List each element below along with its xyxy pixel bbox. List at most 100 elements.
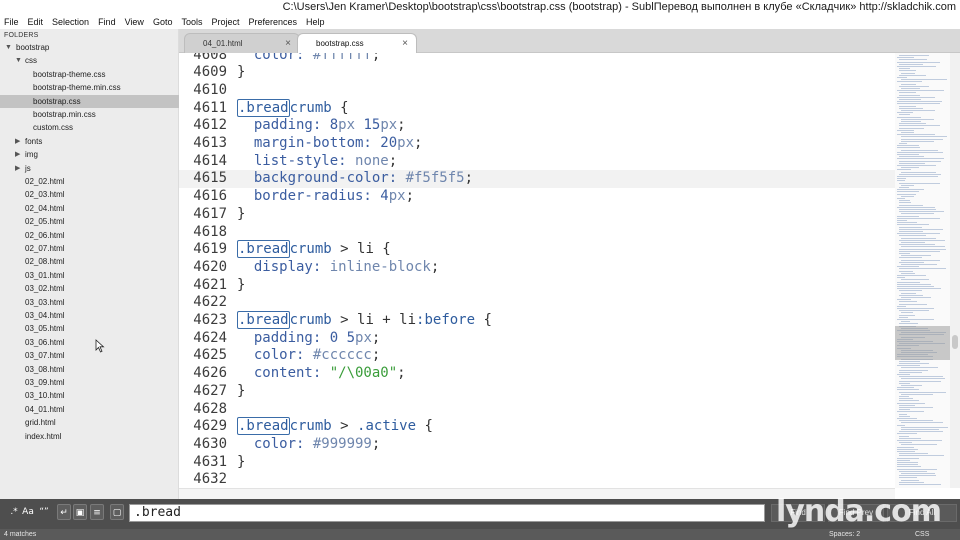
file-item[interactable]: 03_07.html [0, 349, 179, 362]
tab-04-01-html[interactable]: 04_01.html × [184, 33, 300, 53]
file-item[interactable]: 03_09.html [0, 376, 179, 389]
code-line[interactable]: } [237, 64, 245, 82]
file-item[interactable]: bootstrap.min.css [0, 108, 179, 121]
file-item[interactable]: 02_08.html [0, 255, 179, 268]
chevron-down-icon[interactable]: ▼ [5, 41, 12, 54]
minimap-line [899, 59, 927, 61]
code-line[interactable]: padding: 0 5px; [237, 330, 380, 348]
show-context-icon[interactable]: ▢ [110, 504, 124, 520]
find-input[interactable]: .bread [129, 504, 765, 522]
file-item[interactable]: 03_02.html [0, 282, 179, 295]
code-line[interactable]: content: "/\00a0"; [237, 365, 406, 383]
code-line[interactable]: } [237, 383, 245, 401]
code-line[interactable]: display: inline-block; [237, 259, 439, 277]
file-item[interactable]: 02_06.html [0, 229, 179, 242]
menu-goto[interactable]: Goto [149, 15, 178, 29]
code-line[interactable]: margin-bottom: 20px; [237, 135, 423, 153]
file-item[interactable]: 02_02.html [0, 175, 179, 188]
token-prop: list-style: [237, 152, 356, 169]
code-editor[interactable]: 4608 4609 4610 4611 4612 4613 4614 4615 4616 4617… [179, 53, 895, 488]
minimap-line [897, 374, 910, 375]
chevron-right-icon[interactable]: ▶ [15, 135, 20, 148]
chevron-down-icon[interactable]: ▼ [15, 54, 22, 67]
file-item[interactable]: 02_04.html [0, 202, 179, 215]
file-item[interactable]: 03_10.html [0, 389, 179, 402]
folder-item[interactable]: ▼ css [0, 54, 179, 67]
file-item[interactable]: grid.html [0, 416, 179, 429]
minimap-line [899, 94, 920, 96]
file-item[interactable]: 03_04.html [0, 309, 179, 322]
minimap[interactable] [895, 53, 950, 488]
code-line[interactable]: .breadcrumb { [237, 98, 349, 118]
token-plain: ; [388, 152, 398, 169]
code-line[interactable]: color: #999999; [237, 436, 380, 454]
menu-selection[interactable]: Selection [48, 15, 94, 29]
code-line[interactable]: } [237, 277, 245, 295]
menu-find[interactable]: Find [94, 15, 121, 29]
file-item[interactable]: bootstrap-theme.min.css [0, 81, 179, 94]
tree-item-label: 02_06.html [25, 230, 65, 240]
scrollbar-thumb[interactable] [952, 335, 958, 349]
menu-view[interactable]: View [121, 15, 149, 29]
code-line[interactable]: .breadcrumb > li { [237, 240, 391, 259]
vertical-scrollbar[interactable] [950, 53, 960, 488]
minimap-line [899, 360, 920, 362]
file-item[interactable]: 03_05.html [0, 322, 179, 335]
file-item[interactable]: 03_06.html [0, 336, 179, 349]
code-line[interactable]: } [237, 206, 245, 224]
menu-tools[interactable]: Tools [177, 15, 207, 29]
file-item[interactable]: 02_05.html [0, 215, 179, 228]
file-item[interactable]: 02_07.html [0, 242, 179, 255]
tab-bootstrap-css[interactable]: bootstrap.css × [297, 33, 417, 53]
code-line[interactable]: list-style: none; [237, 153, 397, 171]
code-line[interactable]: } [237, 454, 245, 472]
code-line[interactable]: .breadcrumb > li + li:before { [237, 311, 492, 330]
file-item[interactable]: bootstrap-theme.css [0, 68, 179, 81]
file-item[interactable]: custom.css [0, 121, 179, 134]
file-item[interactable]: index.html [0, 430, 179, 443]
file-item[interactable]: 03_01.html [0, 269, 179, 282]
minimap-line [897, 464, 918, 466]
menu-preferences[interactable]: Preferences [244, 15, 302, 29]
regex-icon[interactable]: .* [7, 504, 21, 520]
file-item[interactable]: 03_08.html [0, 363, 179, 376]
folder-item[interactable]: ▶ img [0, 148, 179, 161]
code-line[interactable]: background-color: #f5f5f5; [237, 170, 473, 188]
wrap-icon[interactable]: ↵ [57, 504, 71, 520]
minimap-line [897, 222, 917, 224]
menu-project[interactable]: Project [207, 15, 244, 29]
file-item[interactable]: 04_01.html [0, 403, 179, 416]
close-icon[interactable]: × [285, 34, 291, 54]
menu-file[interactable]: File [0, 15, 24, 29]
token-prop: padding: [237, 329, 330, 346]
status-indentation[interactable]: Spaces: 2 [829, 529, 860, 540]
whole-word-icon[interactable]: “” [37, 504, 51, 520]
menu-help[interactable]: Help [302, 15, 330, 29]
folder-item[interactable]: ▶ fonts [0, 135, 179, 148]
code-line[interactable]: border-radius: 4px; [237, 188, 414, 206]
code-line[interactable]: color: #ffffff; [237, 53, 380, 64]
line-number-gutter: 4608 4609 4610 4611 4612 4613 4614 4615 4616 4617… [179, 53, 229, 488]
case-sensitive-icon[interactable]: Aa [21, 504, 35, 520]
chevron-right-icon[interactable]: ▶ [15, 148, 20, 161]
minimap-line [899, 290, 922, 292]
close-icon[interactable]: × [402, 34, 408, 54]
highlight-matches-icon[interactable]: ≡ [90, 504, 104, 520]
code-line[interactable]: padding: 8px 15px; [237, 117, 406, 135]
minimap-viewport[interactable] [895, 326, 950, 360]
minimap-line [899, 453, 928, 455]
code-line[interactable]: color: #cccccc; [237, 347, 380, 365]
folder-item[interactable]: ▼ bootstrap [0, 41, 179, 54]
menu-edit[interactable]: Edit [24, 15, 49, 29]
file-item[interactable]: 03_03.html [0, 296, 179, 309]
folder-item[interactable]: ▶ js [0, 162, 179, 175]
minimap-line [901, 167, 919, 169]
token-num: 0 [329, 329, 339, 346]
file-item[interactable]: bootstrap.css [0, 94, 179, 108]
status-syntax[interactable]: CSS [915, 529, 929, 540]
file-item[interactable]: 02_03.html [0, 188, 179, 201]
chevron-right-icon[interactable]: ▶ [15, 162, 20, 175]
code-line[interactable]: .breadcrumb > .active { [237, 417, 433, 436]
minimap-line [901, 393, 933, 395]
in-selection-icon[interactable]: ▣ [73, 504, 87, 520]
